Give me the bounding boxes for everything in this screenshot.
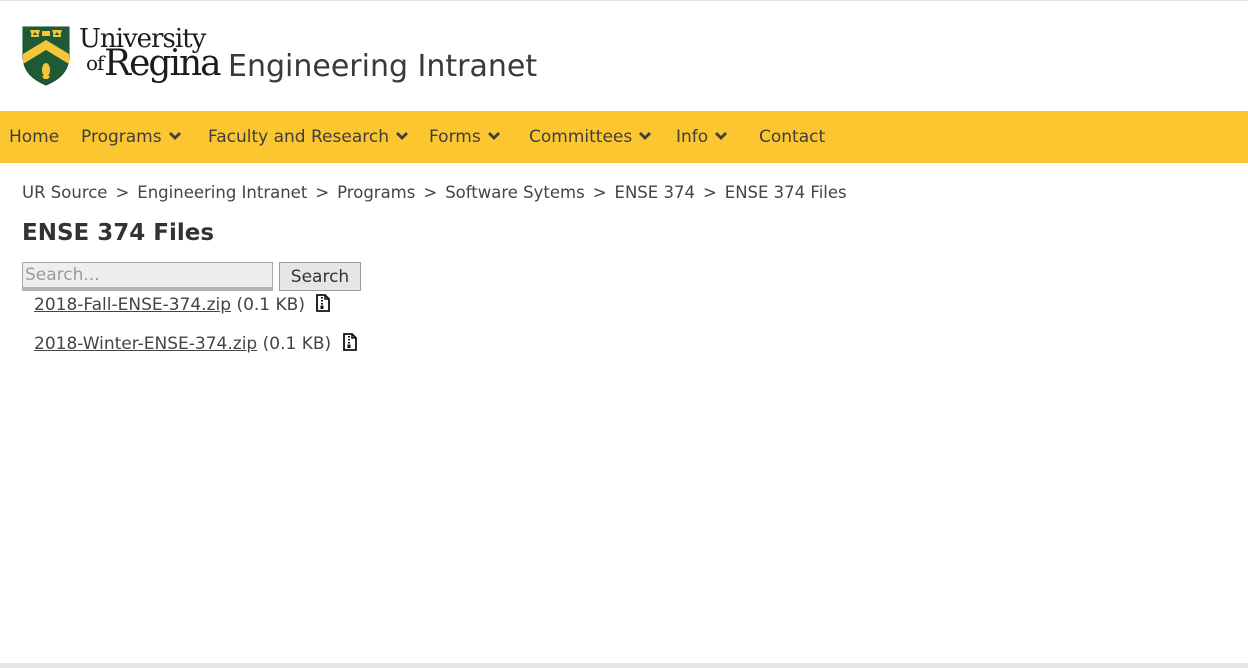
file-size: (0.1 KB) [262,334,332,354]
page-title: ENSE 374 Files [22,220,215,246]
nav-item-home[interactable]: Home [9,111,59,163]
nav-item-forms[interactable]: Forms [429,111,501,163]
zip-file-icon [316,294,331,312]
chevron-down-icon [168,131,181,140]
search-button[interactable]: Search [279,262,361,291]
page: University of Regina Engineering Intrane… [0,0,1248,668]
site-header: University of Regina Engineering Intrane… [0,1,1248,111]
chevron-down-icon [487,131,500,140]
university-logo[interactable]: University of Regina [22,24,222,88]
logo-wordmark-regina: Regina [104,43,222,84]
breadcrumb-link-ense-374[interactable]: ENSE 374 [615,183,695,202]
breadcrumb-link-programs[interactable]: Programs [337,183,415,202]
nav-item-programs[interactable]: Programs [81,111,182,163]
breadcrumb-separator: > [423,183,438,202]
nav-item-label: Faculty and Research [208,127,389,147]
file-list-item: 2018-Winter-ENSE-374.zip (0.1 KB) [34,331,357,357]
nav-item-label: Committees [529,127,633,147]
breadcrumb: UR Source > Engineering Intranet > Programs >… [22,181,847,205]
breadcrumb-separator: > [115,183,130,202]
logo-wordmark-of: of [86,51,104,75]
nav-item-faculty-and-research[interactable]: Faculty and Research [208,111,409,163]
breadcrumb-link-engineering-intranet[interactable]: Engineering Intranet [137,183,307,202]
file-download-link[interactable]: 2018-Winter-ENSE-374.zip [34,334,257,354]
chevron-down-icon [395,131,408,140]
search-input[interactable] [22,262,273,291]
file-list-item: 2018-Fall-ENSE-374.zip (0.1 KB) [34,292,331,318]
nav-item-label: Forms [429,127,481,147]
nav-item-contact[interactable]: Contact [759,111,825,163]
nav-item-label: Contact [759,127,826,147]
nav-item-label: Programs [81,127,162,147]
site-title[interactable]: Engineering Intranet [228,49,537,85]
chevron-down-icon [639,131,652,140]
zip-file-icon [342,333,357,351]
nav-item-label: Info [676,127,709,147]
university-shield-icon [22,26,70,86]
file-size: (0.1 KB) [236,295,305,315]
chevron-down-icon [715,131,728,140]
nav-item-info[interactable]: Info [676,111,728,163]
breadcrumb-link-software-systems[interactable]: Software Sytems [445,183,585,202]
file-download-link[interactable]: 2018-Fall-ENSE-374.zip [34,295,231,315]
breadcrumb-separator: > [592,183,607,202]
breadcrumb-link-ur-source[interactable]: UR Source [22,183,107,202]
breadcrumb-current: ENSE 374 Files [724,183,847,202]
nav-item-committees[interactable]: Committees [529,111,652,163]
breadcrumb-separator: > [702,183,717,202]
main-nav: Home Programs Faculty and Research Forms… [0,111,1248,163]
breadcrumb-separator: > [315,183,330,202]
nav-item-label: Home [9,127,60,147]
